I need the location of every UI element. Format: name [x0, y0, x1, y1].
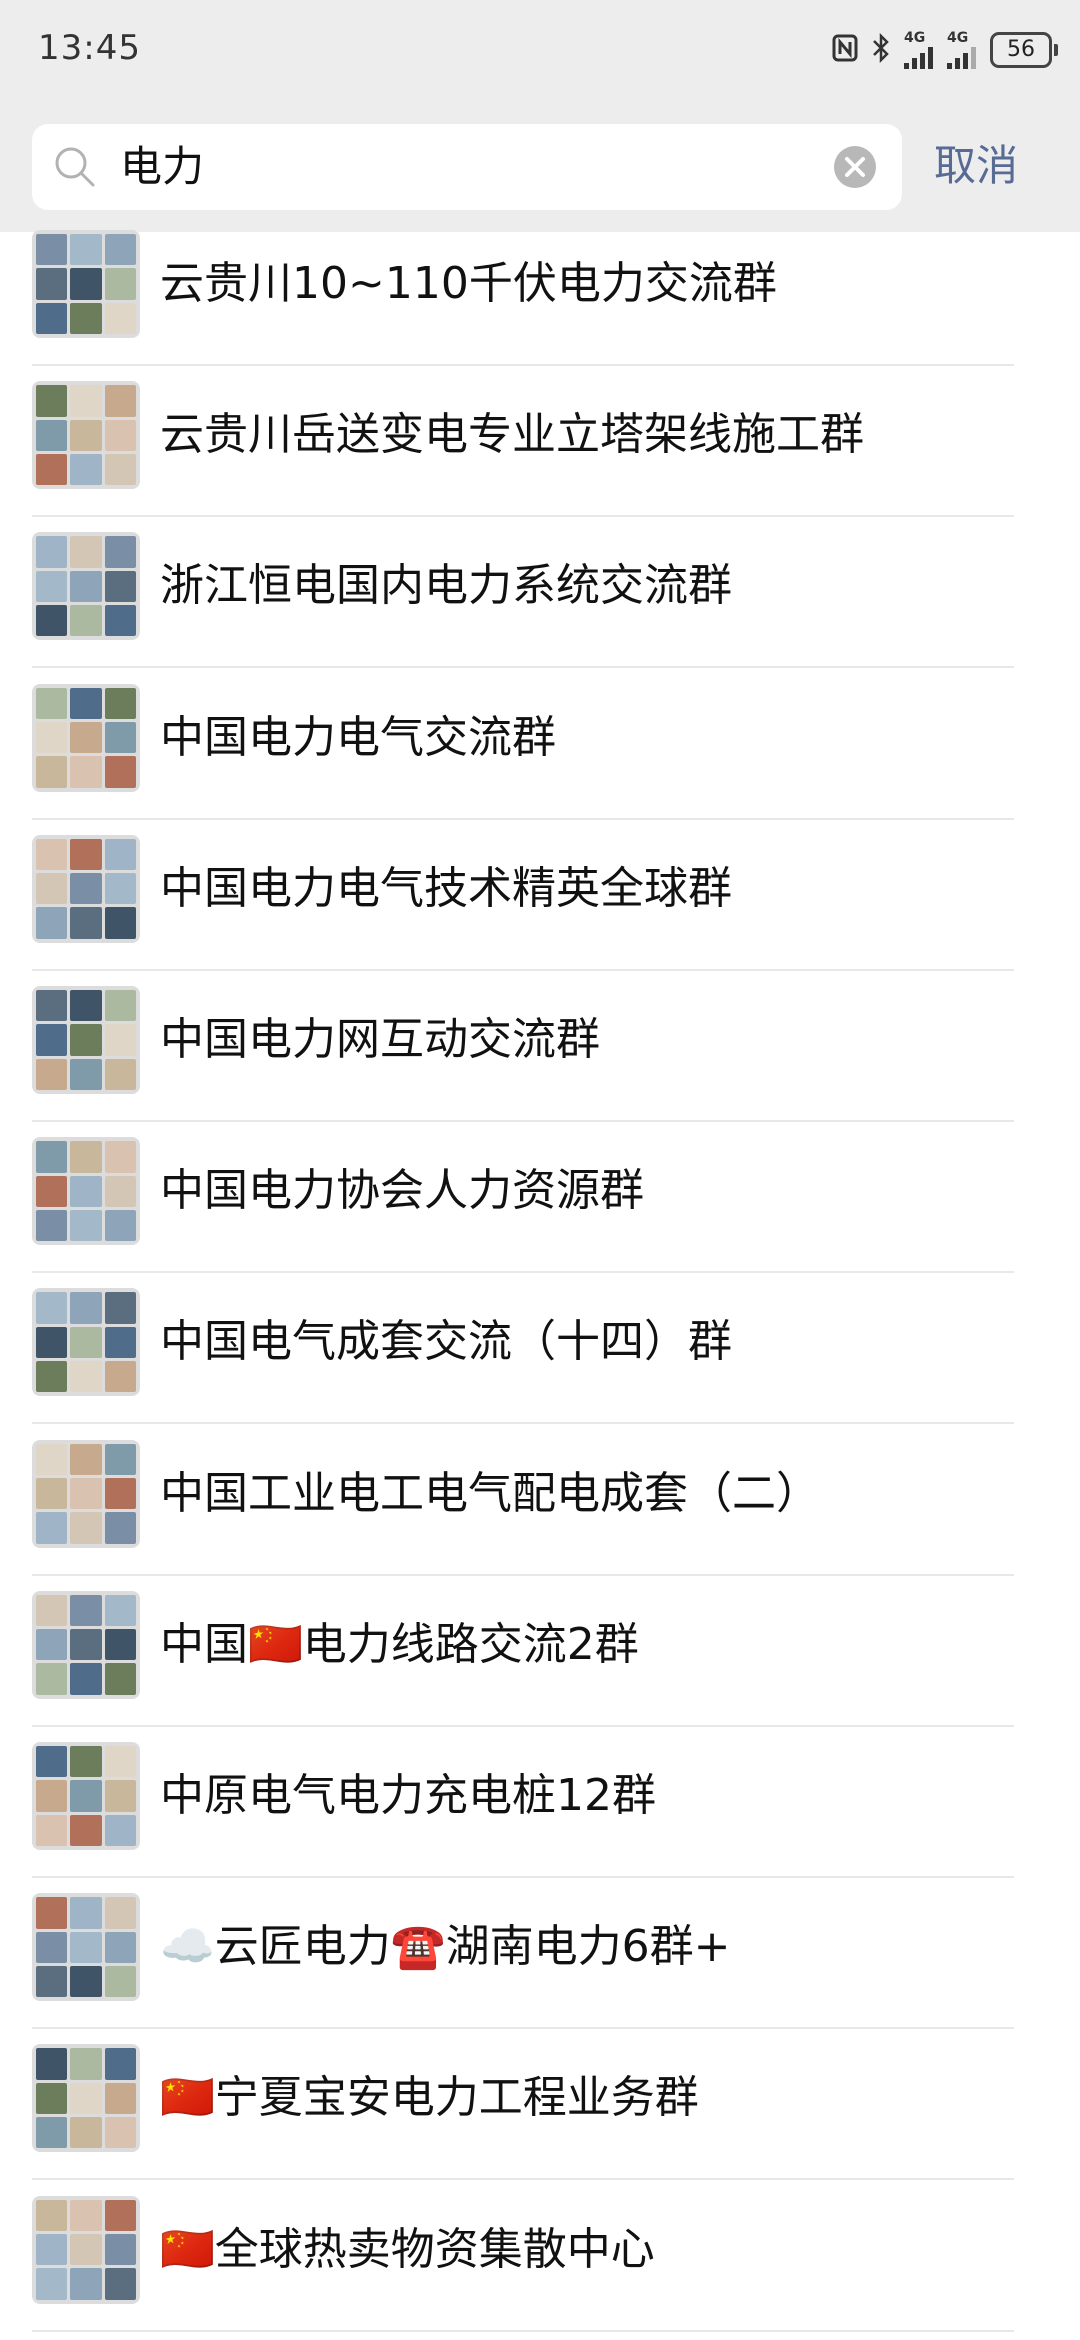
- group-avatar: [32, 1893, 140, 2002]
- list-item[interactable]: 中国电力电气交流群: [0, 670, 1080, 820]
- battery-level: 56: [990, 32, 1052, 68]
- list-item[interactable]: 云贵川岳送变电专业立塔架线施工群: [0, 367, 1080, 518]
- list-item[interactable]: 中原电气电力充电桩12群: [0, 1728, 1080, 1878]
- status-time: 13:45: [38, 28, 141, 68]
- clear-icon[interactable]: [832, 144, 878, 190]
- search-input[interactable]: 电力: [32, 124, 902, 210]
- group-avatar: [32, 1590, 140, 1699]
- group-name: 🇨🇳宁夏宝安电力工程业务群: [160, 2072, 699, 2124]
- group-avatar: [32, 1288, 140, 1397]
- group-name: 中国电力电气交流群: [160, 711, 556, 763]
- list-item[interactable]: ☁️云匠电力☎️湖南电力6群+: [0, 1879, 1080, 2030]
- group-avatar: [32, 834, 140, 943]
- search-query[interactable]: 电力: [120, 142, 204, 192]
- list-item[interactable]: 云贵川10~110千伏电力交流群: [0, 216, 1080, 366]
- group-name: 中国电力协会人力资源群: [160, 1165, 644, 1217]
- signal-4g-icon: 4G: [904, 31, 933, 69]
- group-avatar: [32, 381, 140, 490]
- group-avatar: [32, 2195, 140, 2304]
- group-avatar: [32, 230, 140, 338]
- header-area: 13:45 4G 4G 56 电力 取消: [0, 0, 1080, 232]
- list-item[interactable]: 中国电力协会人力资源群: [0, 1123, 1080, 1274]
- group-name: 中国电力电气技术精英全球群: [160, 862, 732, 914]
- group-name: 中国电力网互动交流群: [160, 1014, 600, 1065]
- list-item[interactable]: 中国电力电气技术精英全球群: [0, 821, 1080, 971]
- signal-4g-icon: 4G: [947, 31, 976, 69]
- divider: [32, 817, 1014, 820]
- group-name: 中国工业电工电气配电成套（二）: [160, 1467, 820, 1519]
- group-avatar: [32, 986, 140, 1094]
- divider: [32, 1876, 1014, 1878]
- divider: [32, 666, 1014, 669]
- list-item[interactable]: 中国电气成套交流（十四）群: [0, 1274, 1080, 1425]
- status-icons: 4G 4G 56: [832, 30, 1058, 70]
- divider: [32, 1120, 1014, 1122]
- group-name: 中国🇨🇳电力线路交流2群: [160, 1618, 639, 1670]
- divider: [32, 1422, 1014, 1425]
- battery-icon: 56: [990, 32, 1058, 68]
- divider: [32, 1724, 1014, 1727]
- group-name: 浙江恒电国内电力系统交流群: [160, 560, 732, 612]
- group-avatar: [32, 683, 140, 792]
- divider: [32, 2027, 1014, 2030]
- list-item[interactable]: 中国工业电工电气配电成套（二）: [0, 1426, 1080, 1576]
- group-name: 云贵川岳送变电专业立塔架线施工群: [160, 409, 864, 461]
- search-icon: [55, 147, 95, 187]
- divider: [32, 1573, 1014, 1576]
- group-name: 中国电气成套交流（十四）群: [160, 1316, 732, 1368]
- cancel-button[interactable]: 取消: [934, 138, 1018, 194]
- divider: [32, 364, 1014, 366]
- group-name: 云贵川10~110千伏电力交流群: [160, 258, 777, 309]
- group-name: ☁️云匠电力☎️湖南电力6群+: [160, 1921, 731, 1973]
- group-avatar: [32, 1137, 140, 1246]
- nfc-icon: [832, 34, 858, 67]
- divider: [32, 2178, 1014, 2181]
- group-name: 🇨🇳全球热卖物资集散中心: [160, 2223, 655, 2275]
- divider: [32, 1271, 1014, 1274]
- group-avatar: [32, 532, 140, 641]
- list-item[interactable]: 🇨🇳全球热卖物资集散中心: [0, 2182, 1080, 2332]
- group-name: 中原电气电力充电桩12群: [160, 1770, 656, 1821]
- group-avatar: [32, 1742, 140, 1850]
- list-item[interactable]: 中国电力网互动交流群: [0, 972, 1080, 1122]
- divider: [32, 968, 1014, 971]
- list-item[interactable]: 中国🇨🇳电力线路交流2群: [0, 1577, 1080, 1727]
- group-avatar: [32, 2044, 140, 2153]
- list-item[interactable]: 🇨🇳宁夏宝安电力工程业务群: [0, 2030, 1080, 2181]
- divider: [32, 2329, 1014, 2332]
- bluetooth-icon: [872, 32, 890, 68]
- divider: [32, 515, 1014, 518]
- list-item[interactable]: 浙江恒电国内电力系统交流群: [0, 518, 1080, 669]
- group-avatar: [32, 1439, 140, 1548]
